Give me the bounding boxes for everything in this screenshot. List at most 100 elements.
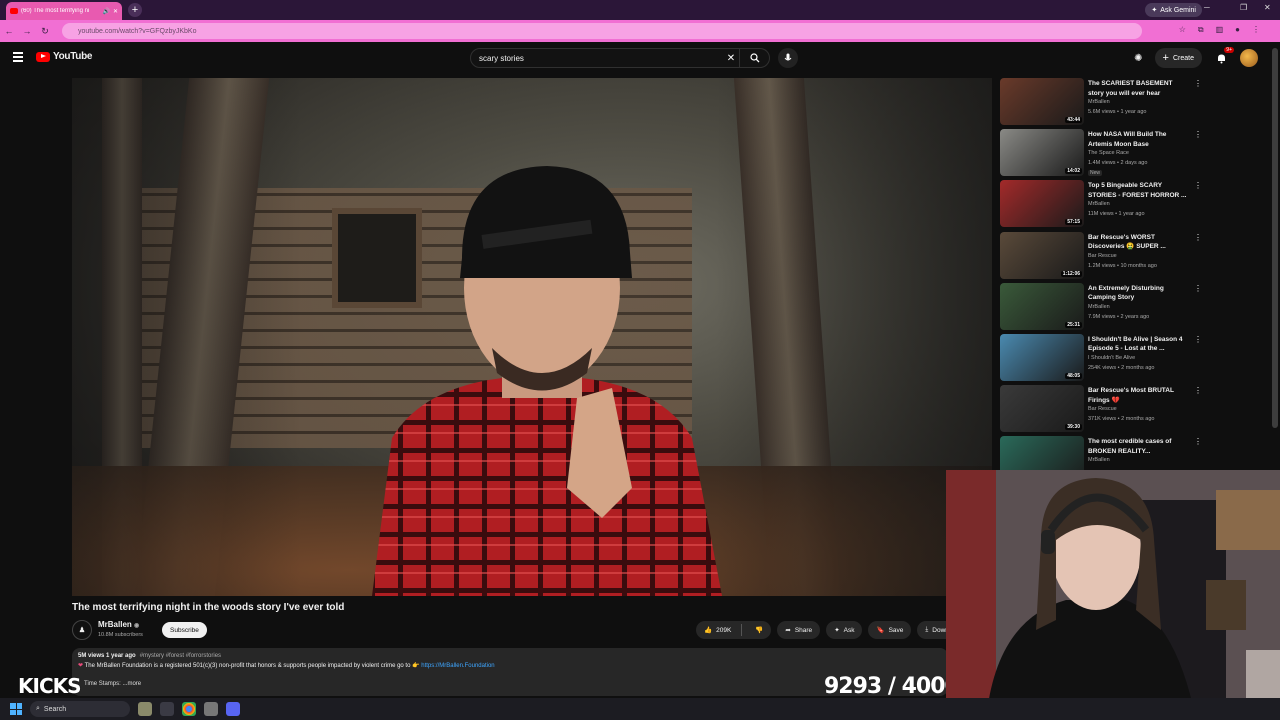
bell-icon <box>1217 54 1225 63</box>
recommendation-title[interactable]: The SCARIEST BASEMENT story you will eve… <box>1088 79 1190 98</box>
ask-gemini-label: Ask Gemini <box>1160 6 1196 14</box>
recommendation-channel[interactable]: MrBallen <box>1088 201 1110 207</box>
forward-icon[interactable]: → <box>18 26 36 36</box>
weather-icon[interactable] <box>138 702 152 716</box>
profile-icon[interactable]: ● <box>1235 25 1240 35</box>
microphone-icon <box>784 53 792 61</box>
timestamps-more[interactable]: Time Stamps: ...more <box>84 681 141 687</box>
video-duration: 14:02 <box>1065 168 1082 175</box>
channel-name[interactable]: MrBallen ◉ <box>98 620 139 629</box>
recommendation-thumbnail[interactable]: 39:30 <box>1000 385 1084 433</box>
channel-name-label: MrBallen <box>98 620 132 629</box>
recommendation-item[interactable]: 1:12:06 Bar Rescue's WORST Discoveries 🤮… <box>1000 231 1208 283</box>
recommendation-thumbnail[interactable]: 48:05 <box>1000 333 1084 381</box>
create-label: Create <box>1172 54 1194 62</box>
video-actions: 👍 209K 👎 ➦ Share ✦ Ask 🔖 Save ⤓ Down <box>696 621 957 639</box>
recommendation-title[interactable]: The most credible cases of BROKEN REALIT… <box>1088 437 1190 456</box>
subscribe-button[interactable]: Subscribe <box>162 622 207 638</box>
notification-badge: 9+ <box>1224 47 1234 53</box>
save-button[interactable]: 🔖 Save <box>868 621 912 639</box>
streamer-webcam-image <box>946 470 1280 720</box>
back-icon[interactable]: ← <box>0 26 18 36</box>
more-actions-icon[interactable]: ⋮ <box>1194 131 1202 139</box>
broadcast-icon[interactable]: ✺ <box>1134 53 1142 64</box>
reload-icon[interactable]: ↻ <box>36 26 54 37</box>
recommendation-channel[interactable]: MrBallen <box>1088 304 1110 310</box>
maximize-icon[interactable]: ❐ <box>1240 3 1247 12</box>
account-avatar[interactable] <box>1240 49 1258 67</box>
ask-button[interactable]: ✦ Ask <box>826 621 863 639</box>
video-duration: 1:12:06 <box>1060 270 1082 277</box>
foundation-link[interactable]: https://MrBallen.Foundation <box>421 663 494 669</box>
recommendation-item[interactable]: 43:44 The SCARIEST BASEMENT story you wi… <box>1000 78 1208 129</box>
voice-search-button[interactable] <box>778 48 798 68</box>
app-icon[interactable] <box>204 702 218 716</box>
thumbs-down-icon[interactable]: 👎 <box>755 626 763 634</box>
recommendation-item[interactable]: 48:05 I Shouldn't Be Alive | Season 4 Ep… <box>1000 333 1208 385</box>
window-close-icon[interactable]: ✕ <box>1264 3 1271 12</box>
url-field[interactable]: youtube.com/watch?v=GFQzbyJKbKo <box>62 23 1142 39</box>
minimize-icon[interactable]: ─ <box>1204 3 1210 12</box>
search-input[interactable] <box>471 52 723 64</box>
recommendation-channel[interactable]: Bar Rescue <box>1088 406 1117 412</box>
sidepanel-icon[interactable]: ▥ <box>1216 25 1224 35</box>
new-tab-button[interactable]: + <box>128 3 142 17</box>
windows-start-icon[interactable] <box>10 703 22 715</box>
recommendation-title[interactable]: Bar Rescue's WORST Discoveries 🤮 SUPER .… <box>1088 233 1190 252</box>
recommendation-title[interactable]: How NASA Will Build The Artemis Moon Bas… <box>1088 130 1190 149</box>
channel-avatar[interactable]: ♟ <box>72 620 92 640</box>
search-icon <box>749 53 759 63</box>
recommendation-title[interactable]: An Extremely Disturbing Camping Story <box>1088 284 1190 303</box>
recommendation-channel[interactable]: Bar Rescue <box>1088 253 1117 259</box>
more-actions-icon[interactable]: ⋮ <box>1194 233 1202 242</box>
recommendation-channel[interactable]: MrBallen <box>1088 457 1110 463</box>
extensions-icon[interactable]: ⧉ <box>1198 25 1204 35</box>
clear-search-icon[interactable]: ✕ <box>723 53 739 64</box>
recommendation-title[interactable]: Top 5 Bingeable SCARY STORIES - FOREST H… <box>1088 181 1190 200</box>
video-player[interactable] <box>72 78 992 596</box>
recommendation-channel[interactable]: The Space Race <box>1088 150 1129 156</box>
page-scrollbar[interactable] <box>1272 48 1278 428</box>
gemini-icon: ✦ <box>1151 7 1158 14</box>
recommendation-item[interactable]: 39:30 Bar Rescue's Most BRUTAL Firings 💔… <box>1000 385 1208 436</box>
more-actions-icon[interactable]: ⋮ <box>1194 284 1202 293</box>
search-button[interactable] <box>739 49 769 67</box>
youtube-logo[interactable]: YouTube <box>36 51 93 62</box>
like-button[interactable]: 👍 209K 👎 <box>696 621 772 639</box>
create-button[interactable]: + Create <box>1154 48 1202 68</box>
more-actions-icon[interactable]: ⋮ <box>1194 182 1202 190</box>
chrome-icon[interactable] <box>182 702 196 716</box>
recommendation-channel[interactable]: MrBallen <box>1088 99 1110 105</box>
tab-close-icon[interactable]: ✕ <box>113 8 118 15</box>
share-button[interactable]: ➦ Share <box>777 621 821 639</box>
recommendation-thumbnail[interactable]: 57:15 <box>1000 180 1084 228</box>
notifications-button[interactable]: 9+ <box>1214 47 1234 65</box>
recommendation-channel[interactable]: I Shouldn't Be Alive <box>1088 355 1135 361</box>
hamburger-menu-icon[interactable] <box>13 52 23 62</box>
recommendation-title[interactable]: Bar Rescue's Most BRUTAL Firings 💔 <box>1088 386 1190 405</box>
recommendation-item[interactable]: 25:31 An Extremely Disturbing Camping St… <box>1000 282 1208 334</box>
task-view-icon[interactable] <box>160 702 174 716</box>
speaker-icon[interactable]: 🔊 <box>102 8 109 15</box>
more-actions-icon[interactable]: ⋮ <box>1194 387 1202 395</box>
recommendation-thumbnail[interactable]: 14:02 <box>1000 129 1084 177</box>
browser-tab[interactable]: (60) The most terrifying ni 🔊 ✕ <box>6 2 122 20</box>
recommendation-thumbnail[interactable]: 25:31 <box>1000 282 1084 330</box>
hashtags[interactable]: #mystery #forest #forrorstories <box>140 653 221 659</box>
recommendation-item[interactable]: 14:02 How NASA Will Build The Artemis Mo… <box>1000 129 1208 180</box>
discord-icon[interactable] <box>226 702 240 716</box>
recommendation-title[interactable]: I Shouldn't Be Alive | Season 4 Episode … <box>1088 335 1190 354</box>
browser-menu-icon[interactable]: ⋮ <box>1252 25 1260 35</box>
more-actions-icon[interactable]: ⋮ <box>1194 80 1202 88</box>
view-meta: 5M views 1 year ago <box>78 653 136 659</box>
recommendation-meta: 371K views • 2 months ago <box>1088 416 1155 423</box>
recommendation-item[interactable]: 57:15 Top 5 Bingeable SCARY STORIES - FO… <box>1000 180 1208 231</box>
more-actions-icon[interactable]: ⋮ <box>1194 335 1202 344</box>
recommendation-thumbnail[interactable]: 43:44 <box>1000 78 1084 125</box>
taskbar-search[interactable]: ⌕ Search <box>30 701 130 717</box>
recommendation-thumbnail[interactable]: 1:12:06 <box>1000 231 1084 279</box>
more-actions-icon[interactable]: ⋮ <box>1194 438 1202 446</box>
bookmark-star-icon[interactable]: ☆ <box>1179 25 1186 35</box>
description-box[interactable]: 5M views 1 year ago #mystery #forest #for… <box>72 648 948 696</box>
ask-gemini-button[interactable]: ✦ Ask Gemini <box>1145 3 1202 17</box>
